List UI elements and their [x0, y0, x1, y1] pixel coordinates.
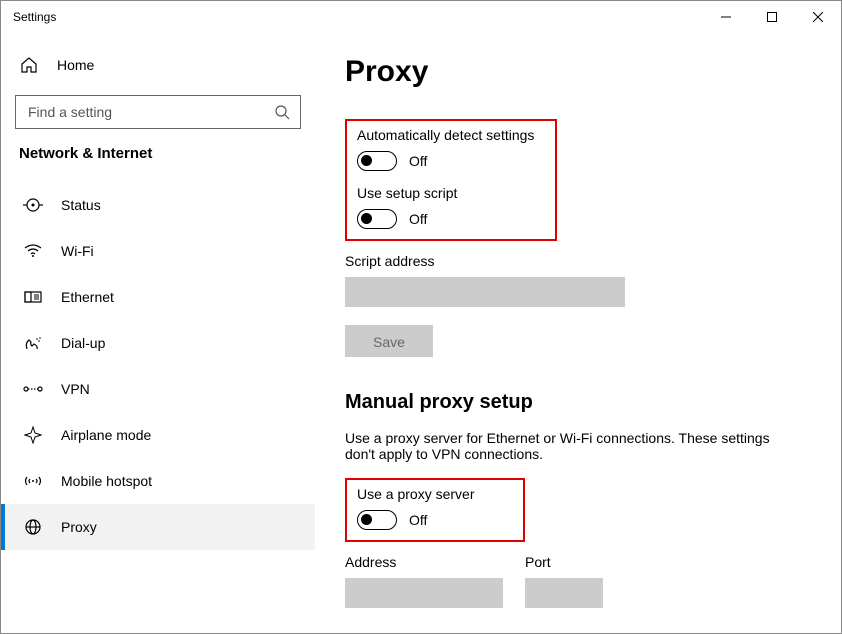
- vpn-icon: [23, 379, 43, 399]
- minimize-button[interactable]: [703, 1, 749, 33]
- setup-script-state: Off: [409, 211, 427, 227]
- page-title: Proxy: [345, 55, 811, 89]
- address-label: Address: [345, 554, 503, 570]
- sidebar-item-airplane[interactable]: Airplane mode: [1, 412, 315, 458]
- window-title: Settings: [13, 10, 56, 24]
- sidebar-item-dialup[interactable]: Dial-up: [1, 320, 315, 366]
- sidebar-item-hotspot[interactable]: Mobile hotspot: [1, 458, 315, 504]
- use-proxy-label: Use a proxy server: [357, 486, 513, 502]
- auto-detect-label: Automatically detect settings: [357, 127, 545, 143]
- port-label: Port: [525, 554, 603, 570]
- proxy-icon: [23, 517, 43, 537]
- ethernet-icon: [23, 287, 43, 307]
- sidebar: Home Network & Internet Status Wi-Fi: [1, 33, 315, 633]
- auto-proxy-highlight: Automatically detect settings Off Use se…: [345, 119, 557, 241]
- home-label: Home: [57, 57, 94, 73]
- search-input[interactable]: [15, 95, 301, 129]
- search-icon: [274, 104, 290, 120]
- setup-script-toggle[interactable]: [357, 209, 397, 229]
- manual-proxy-title: Manual proxy setup: [345, 391, 811, 414]
- close-button[interactable]: [795, 1, 841, 33]
- address-input: [345, 578, 503, 608]
- use-proxy-state: Off: [409, 512, 427, 528]
- wifi-icon: [23, 241, 43, 261]
- use-proxy-toggle[interactable]: [357, 510, 397, 530]
- sidebar-item-label: Status: [61, 197, 101, 213]
- sidebar-item-ethernet[interactable]: Ethernet: [1, 274, 315, 320]
- port-input: [525, 578, 603, 608]
- sidebar-item-home[interactable]: Home: [1, 45, 315, 85]
- sidebar-item-label: Wi-Fi: [61, 243, 94, 259]
- airplane-icon: [23, 425, 43, 445]
- sidebar-item-label: Ethernet: [61, 289, 114, 305]
- maximize-button[interactable]: [749, 1, 795, 33]
- script-address-label: Script address: [345, 253, 811, 269]
- sidebar-item-status[interactable]: Status: [1, 182, 315, 228]
- status-icon: [23, 195, 43, 215]
- sidebar-item-label: VPN: [61, 381, 90, 397]
- sidebar-item-vpn[interactable]: VPN: [1, 366, 315, 412]
- titlebar: Settings: [1, 1, 841, 33]
- sidebar-item-proxy[interactable]: Proxy: [1, 504, 315, 550]
- auto-detect-state: Off: [409, 153, 427, 169]
- sidebar-item-label: Mobile hotspot: [61, 473, 152, 489]
- manual-proxy-desc: Use a proxy server for Ethernet or Wi-Fi…: [345, 430, 785, 462]
- search-field[interactable]: [26, 103, 274, 121]
- home-icon: [19, 55, 39, 75]
- main-content: Proxy Automatically detect settings Off …: [315, 33, 841, 633]
- hotspot-icon: [23, 471, 43, 491]
- script-address-input: [345, 277, 625, 307]
- sidebar-item-label: Airplane mode: [61, 427, 151, 443]
- use-proxy-highlight: Use a proxy server Off: [345, 478, 525, 542]
- sidebar-item-label: Dial-up: [61, 335, 105, 351]
- sidebar-item-wifi[interactable]: Wi-Fi: [1, 228, 315, 274]
- auto-detect-toggle[interactable]: [357, 151, 397, 171]
- save-button: Save: [345, 325, 433, 357]
- dialup-icon: [23, 333, 43, 353]
- sidebar-item-label: Proxy: [61, 519, 97, 535]
- category-header: Network & Internet: [1, 145, 315, 182]
- setup-script-label: Use setup script: [357, 185, 545, 201]
